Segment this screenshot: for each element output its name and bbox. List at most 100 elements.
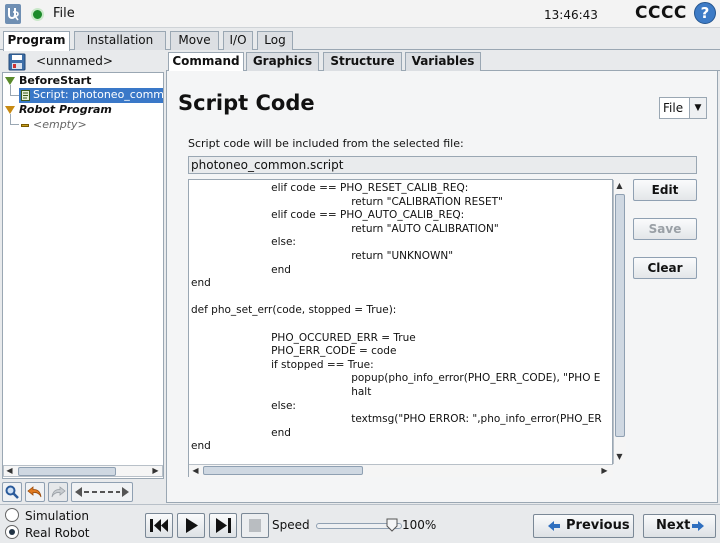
script-source-value: File	[663, 101, 684, 115]
script-icon	[21, 90, 30, 101]
expand-icon[interactable]	[5, 106, 15, 114]
command-panel: Script Code File ▼ Script code will be i…	[166, 71, 718, 503]
tree-tools	[2, 482, 164, 502]
footer-bar: Simulation Real Robot Speed 100% Previou…	[0, 504, 720, 543]
code-line: elif code == PHO_RESET_CALIB_REQ:	[191, 182, 469, 194]
script-code-viewer[interactable]: elif code == PHO_RESET_CALIB_REQ: return…	[188, 179, 626, 477]
tab-program[interactable]: Program	[3, 31, 70, 51]
stop-icon[interactable]	[241, 513, 269, 538]
tab-structure[interactable]: Structure	[323, 52, 402, 71]
code-horizontal-scrollbar[interactable]: ◀ ▶	[189, 464, 613, 477]
save-button[interactable]: Save	[633, 218, 697, 240]
tree-item-robot-program[interactable]: Robot Program	[3, 103, 163, 118]
expand-icon[interactable]	[5, 77, 15, 85]
tree-label-script: Script: photoneo_comm	[33, 88, 164, 101]
code-line: PHO_ERR_CODE = code	[191, 345, 397, 358]
clear-button[interactable]: Clear	[633, 257, 697, 279]
scroll-left-icon[interactable]: ◀	[4, 466, 15, 476]
code-vertical-scrollbar[interactable]: ▲ ▼	[613, 180, 626, 464]
code-line: end	[191, 426, 291, 439]
redo-icon[interactable]	[48, 482, 68, 502]
code-line: else:	[191, 236, 296, 249]
real-robot-radio[interactable]	[5, 525, 19, 539]
script-source-dropdown[interactable]: File ▼	[659, 97, 707, 119]
script-description: Script code will be included from the se…	[188, 137, 464, 150]
simulation-label: Simulation	[25, 509, 89, 523]
real-robot-label: Real Robot	[25, 526, 90, 540]
scroll-thumb[interactable]	[18, 467, 116, 476]
step-icon[interactable]	[209, 513, 237, 538]
status-dot-icon[interactable]	[31, 8, 44, 21]
speed-slider-handle[interactable]	[386, 518, 398, 532]
simulation-radio[interactable]	[5, 508, 19, 522]
previous-label: Previous	[566, 518, 630, 533]
next-button[interactable]: Next	[643, 514, 716, 538]
edit-button[interactable]: Edit	[633, 179, 697, 201]
tree-label-empty: <empty>	[33, 118, 87, 131]
code-line: popup(pho_info_error(PHO_ERR_CODE), "PHO…	[191, 372, 601, 385]
speed-label: Speed	[272, 518, 310, 532]
scroll-right-icon[interactable]: ▶	[150, 466, 161, 476]
code-line: PHO_OCCURED_ERR = True	[191, 331, 416, 344]
play-icon[interactable]	[177, 513, 205, 538]
code-line: end	[191, 263, 291, 276]
program-name: <unnamed>	[36, 54, 113, 68]
program-tree: BeforeStart Script: photoneo_comm Robot …	[2, 72, 164, 479]
command-subtabs: Command Graphics Structure Variables	[166, 51, 720, 71]
code-line: halt	[191, 386, 372, 398]
page-title: Script Code	[178, 91, 315, 115]
previous-button[interactable]: Previous	[533, 514, 634, 538]
tab-move[interactable]: Move	[170, 31, 219, 50]
main-tabs: Program Installation Move I/O Log	[0, 28, 720, 51]
code-line: elif code == PHO_AUTO_CALIB_REQ:	[191, 209, 465, 222]
tree-connector	[10, 85, 11, 95]
ur-logo-icon	[5, 4, 21, 24]
scroll-up-icon[interactable]: ▲	[614, 181, 625, 191]
scroll-right-icon[interactable]: ▶	[599, 466, 610, 476]
tab-io[interactable]: I/O	[223, 31, 253, 50]
tree-item-empty[interactable]: <empty>	[19, 118, 163, 133]
speed-value: 100%	[402, 518, 437, 532]
code-line: end	[191, 277, 211, 290]
scroll-thumb[interactable]	[203, 466, 363, 475]
tree-connector	[10, 95, 19, 96]
tab-variables[interactable]: Variables	[405, 52, 481, 71]
code-line: return "AUTO CALIBRATION"	[191, 222, 499, 235]
next-label: Next	[656, 518, 691, 533]
tab-log[interactable]: Log	[257, 31, 293, 50]
scroll-down-icon[interactable]: ▼	[614, 452, 625, 462]
script-filename-field[interactable]: photoneo_common.script	[188, 156, 697, 174]
scroll-left-icon[interactable]: ◀	[190, 466, 201, 476]
rewind-icon[interactable]	[145, 513, 173, 538]
code-line: def pho_set_err(code, stopped = True):	[191, 304, 397, 317]
tree-connector	[10, 124, 19, 125]
scroll-thumb[interactable]	[615, 194, 625, 437]
tree-item-beforestart[interactable]: BeforeStart	[3, 74, 163, 89]
tab-command[interactable]: Command	[168, 52, 244, 71]
tree-item-script[interactable]: Script: photoneo_comm	[19, 88, 163, 103]
title-bar: File 13:46:43 CCCC ?	[0, 0, 720, 28]
code-line: return "UNKNOWN"	[191, 250, 454, 262]
empty-node-icon	[21, 124, 29, 127]
tree-label-robot-program: Robot Program	[19, 103, 112, 116]
tree-horizontal-scrollbar[interactable]: ◀ ▶	[3, 465, 163, 477]
code-line: return "CALIBRATION RESET"	[191, 195, 503, 208]
code-text-area[interactable]: elif code == PHO_RESET_CALIB_REQ: return…	[189, 180, 613, 464]
save-icon[interactable]	[8, 53, 26, 71]
move-arrows-icon[interactable]	[71, 482, 133, 502]
code-line: if stopped == True:	[191, 358, 374, 371]
program-toolbar: <unnamed>	[4, 51, 164, 72]
tab-installation[interactable]: Installation	[74, 31, 166, 50]
code-line: textmsg("PHO ERROR: ",pho_info_error(PHO…	[191, 413, 602, 426]
code-line: else:	[191, 399, 296, 412]
help-icon[interactable]: ?	[694, 2, 716, 24]
undo-icon[interactable]	[25, 482, 45, 502]
chevron-down-icon[interactable]: ▼	[689, 98, 706, 118]
clock: 13:46:43	[544, 8, 598, 22]
tab-graphics[interactable]: Graphics	[246, 52, 319, 71]
search-icon[interactable]	[2, 482, 22, 502]
file-menu[interactable]: File	[53, 6, 75, 21]
code-line: end	[191, 440, 211, 453]
tree-label-beforestart: BeforeStart	[19, 74, 92, 87]
arrow-left-icon	[548, 521, 560, 531]
